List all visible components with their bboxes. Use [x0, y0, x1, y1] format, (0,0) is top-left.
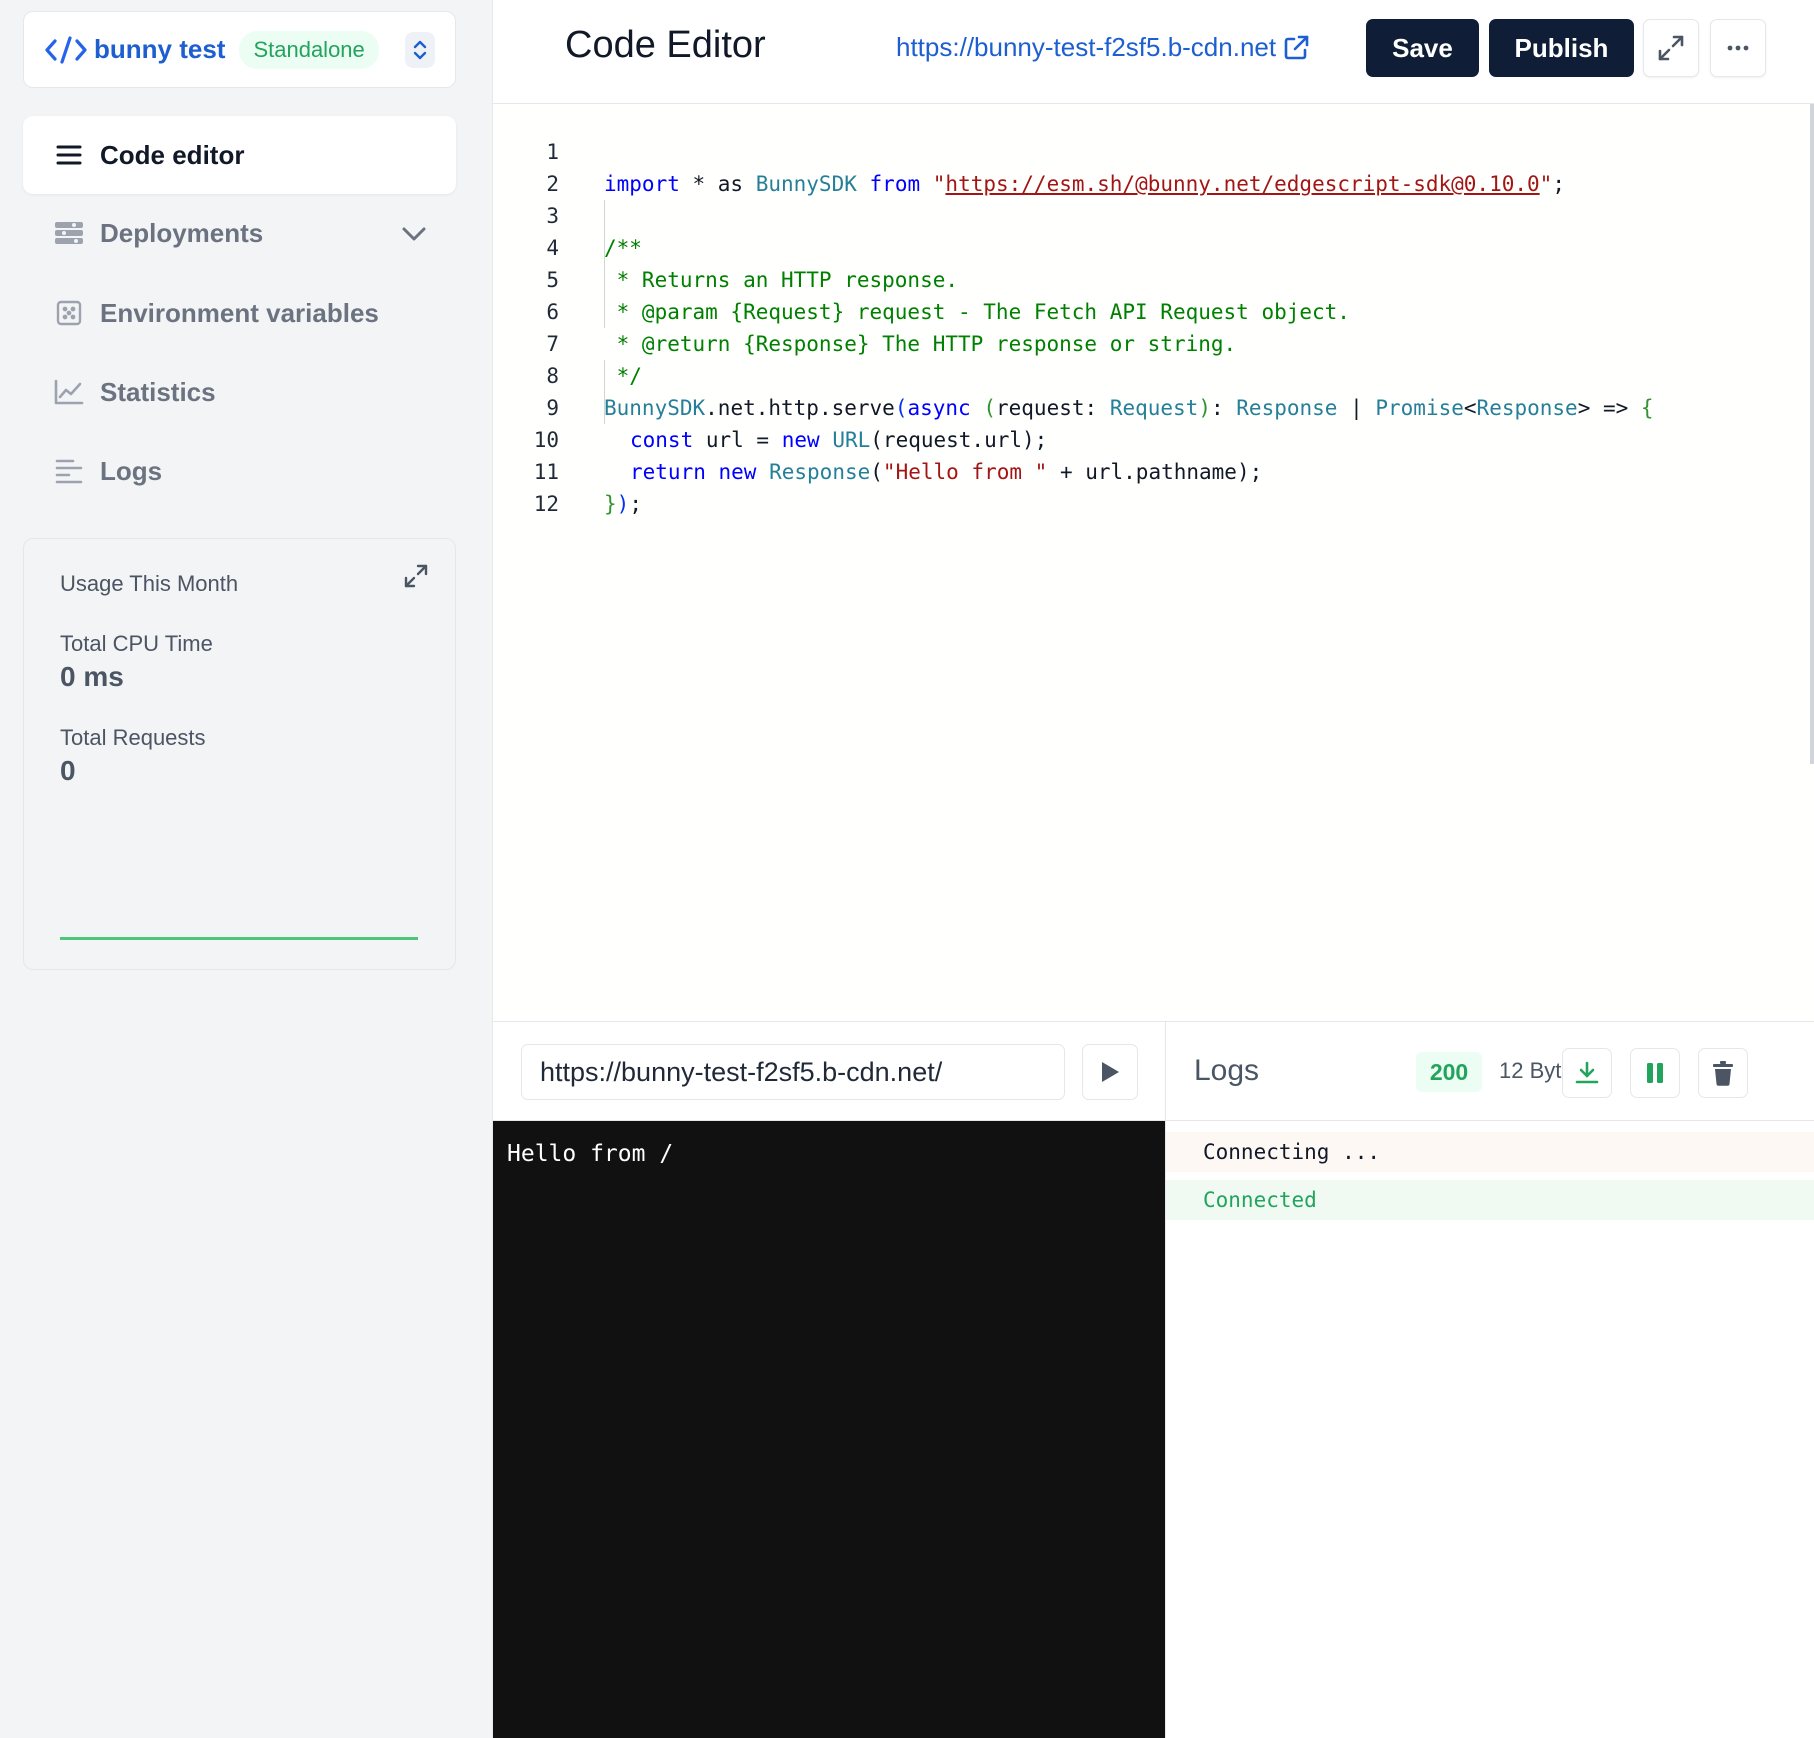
code-brackets-icon	[44, 32, 88, 68]
usage-title: Usage This Month	[60, 571, 239, 596]
code-line: 7 */	[493, 296, 1793, 388]
nav-label: Deployments	[100, 217, 264, 248]
usage-chart-line	[60, 937, 418, 940]
run-button[interactable]	[1082, 1044, 1138, 1100]
ellipsis-icon	[1727, 45, 1749, 51]
logs-icon	[54, 456, 84, 486]
nav-label: Logs	[100, 455, 163, 486]
bracket: )	[616, 492, 630, 516]
clear-logs-button[interactable]	[1698, 1048, 1748, 1098]
code-line: 1 import * as BunnySDK from "https://esm…	[493, 104, 1793, 196]
nav-label: Environment variables	[100, 297, 379, 328]
code-line: 9 const url = new URL(request.url);	[493, 360, 1793, 452]
code-editor[interactable]: 1 import * as BunnySDK from "https://esm…	[493, 104, 1814, 1021]
pause-logs-button[interactable]	[1630, 1048, 1680, 1098]
project-switcher[interactable]: bunny test Standalone	[23, 11, 456, 88]
editor-scrollbar[interactable]	[1810, 104, 1814, 764]
expand-icon[interactable]	[403, 563, 429, 589]
deployments-icon	[54, 218, 84, 248]
publish-button[interactable]: Publish	[1489, 19, 1634, 77]
nav-label: Statistics	[100, 376, 216, 407]
code-line: 3 /**	[493, 168, 1793, 260]
logs-header: Logs 200 12 Bytes	[1166, 1022, 1814, 1121]
main-panel: Code Editor https://bunny-test-f2sf5.b-c…	[493, 0, 1814, 1738]
code-line: 11 });	[493, 424, 1793, 516]
download-icon	[1575, 1061, 1599, 1084]
requests-value: 0	[60, 755, 76, 786]
code-line: 8 BunnySDK.net.http.serve(async (request…	[493, 328, 1793, 420]
nav-label: Code editor	[100, 139, 245, 170]
requests-label: Total Requests	[60, 725, 206, 750]
nav-item-logs[interactable]: Logs	[23, 440, 456, 502]
project-type-badge: Standalone	[239, 30, 379, 69]
usage-card: Usage This Month Total CPU Time 0 ms Tot…	[23, 538, 456, 970]
log-entry: Connecting ...	[1166, 1132, 1814, 1172]
logs-panel: Logs 200 12 Bytes Connecting ... Connect…	[1165, 1022, 1814, 1738]
nav-item-statistics[interactable]: Statistics	[23, 361, 456, 423]
nav-item-code-editor[interactable]: Code editor	[23, 116, 456, 194]
chevron-down-icon[interactable]	[400, 220, 428, 248]
external-link-icon	[1284, 35, 1309, 59]
bracket: }	[604, 492, 617, 516]
code-text: ;	[629, 492, 642, 516]
site-url-text: https://bunny-test-f2sf5.b-cdn.net	[896, 32, 1277, 62]
chevron-up-down-icon[interactable]	[405, 31, 435, 68]
code-line: 12	[493, 456, 1793, 516]
nav-item-environment-variables[interactable]: Environment variables	[23, 282, 456, 344]
chart-line-icon	[54, 377, 84, 407]
sidebar: bunny test Standalone Code editor Deploy…	[0, 0, 493, 1738]
pause-icon	[1647, 1063, 1663, 1083]
nav-item-deployments[interactable]: Deployments	[23, 202, 456, 264]
page-title: Code Editor	[565, 24, 766, 66]
code-line: 6 * @return {Response} The HTTP response…	[493, 264, 1793, 356]
save-button[interactable]: Save	[1366, 19, 1479, 77]
indent-guide	[604, 360, 605, 424]
code-line: 2	[493, 136, 1793, 196]
play-icon	[1102, 1062, 1119, 1082]
expand-icon	[1658, 35, 1684, 61]
code-line: 10 return new Response("Hello from " + u…	[493, 392, 1793, 484]
response-output: Hello from /	[493, 1121, 1165, 1738]
status-code-badge: 200	[1416, 1052, 1482, 1092]
trash-icon	[1713, 1061, 1733, 1086]
indent-guide	[604, 200, 605, 328]
site-url-link[interactable]: https://bunny-test-f2sf5.b-cdn.net	[896, 32, 1310, 63]
line-number: 12	[533, 492, 559, 516]
menu-icon	[54, 140, 84, 170]
bottom-panel: Hello from / Logs 200 12 Bytes Connectin…	[493, 1021, 1814, 1738]
cpu-time-value: 0 ms	[60, 661, 124, 692]
variables-icon	[54, 298, 84, 328]
log-entry: Connected	[1166, 1180, 1814, 1220]
header: Code Editor https://bunny-test-f2sf5.b-c…	[493, 0, 1814, 104]
cpu-time-label: Total CPU Time	[60, 631, 213, 656]
logs-title: Logs	[1194, 1054, 1260, 1087]
fullscreen-button[interactable]	[1643, 19, 1699, 77]
more-options-button[interactable]	[1710, 19, 1766, 77]
project-name: bunny test	[94, 34, 226, 64]
code-line: 5 * @param {Request} request - The Fetch…	[493, 232, 1793, 324]
code-line: 4 * Returns an HTTP response.	[493, 200, 1793, 292]
request-bar	[493, 1022, 1165, 1121]
request-url-input[interactable]	[521, 1044, 1065, 1100]
download-logs-button[interactable]	[1562, 1048, 1612, 1098]
